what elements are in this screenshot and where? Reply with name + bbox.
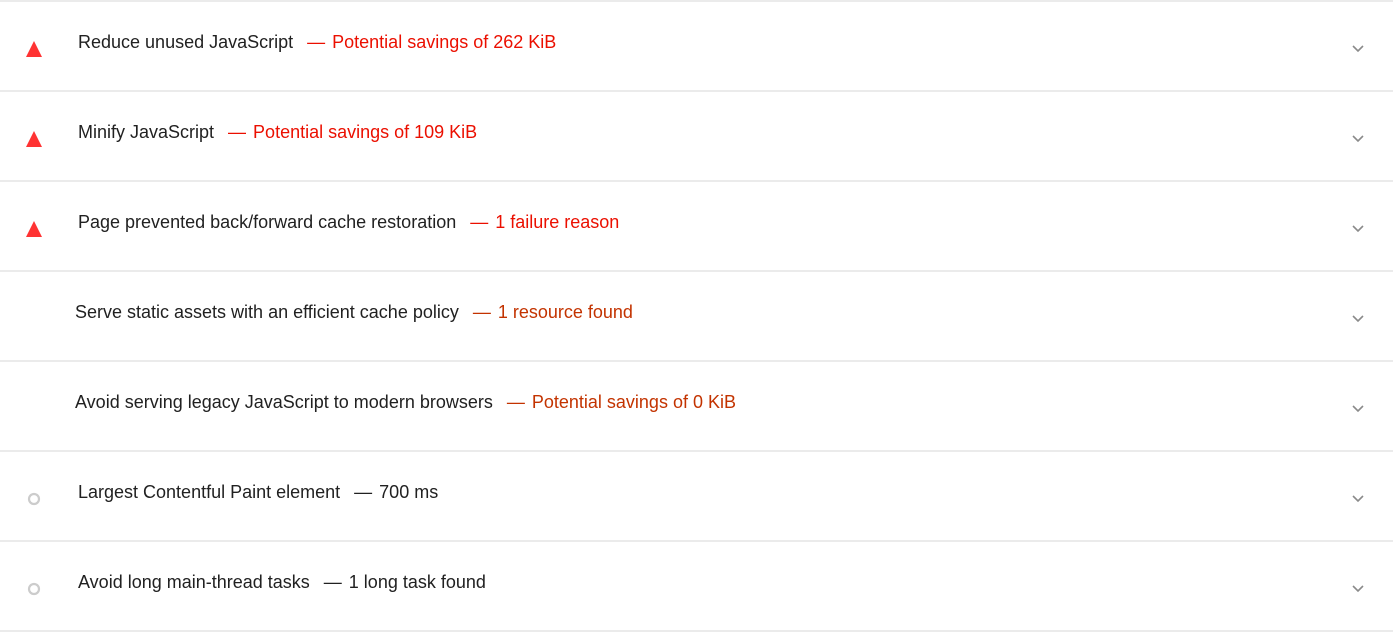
chevron-down-icon[interactable] — [1350, 132, 1366, 144]
audit-title: Largest Contentful Paint element — [78, 482, 341, 502]
audit-display-value: — 1 resource found — [473, 301, 633, 323]
triangle-warning-icon — [26, 221, 42, 237]
display-value-text: Potential savings of 262 KiB — [332, 32, 557, 52]
audit-title: Page prevented back/forward cache restor… — [78, 212, 457, 232]
audit-display-value: — Potential savings of 262 KiB — [307, 31, 556, 53]
chevron-down-icon[interactable] — [1350, 492, 1366, 504]
separator-dash: — — [307, 32, 326, 52]
audit-display-value: — Potential savings of 0 KiB — [507, 391, 736, 413]
audit-display-value: — 1 long task found — [324, 571, 486, 593]
audit-display-value: — Potential savings of 109 KiB — [228, 121, 477, 143]
audit-display-value: — 700 ms — [354, 481, 438, 503]
audit-display-value: — 1 failure reason — [470, 211, 619, 233]
audit-text: Avoid serving legacy JavaScript to moder… — [75, 358, 736, 446]
audit-row-cache-policy[interactable]: Serve static assets with an efficient ca… — [0, 272, 1393, 362]
audit-text: Reduce unused JavaScript — Potential savi… — [78, 0, 556, 86]
circle-info-icon — [26, 581, 42, 597]
audit-text: Serve static assets with an efficient ca… — [75, 268, 633, 356]
audit-text: Minify JavaScript — Potential savings of … — [78, 88, 477, 176]
chevron-down-icon[interactable] — [1350, 222, 1366, 234]
audit-title: Serve static assets with an efficient ca… — [75, 302, 459, 322]
chevron-down-icon[interactable] — [1350, 582, 1366, 594]
audit-row-long-tasks[interactable]: Avoid long main-thread tasks — 1 long tas… — [0, 542, 1393, 632]
separator-dash: — — [472, 302, 491, 322]
audit-title: Minify JavaScript — [78, 122, 215, 142]
audit-text: Avoid long main-thread tasks — 1 long tas… — [78, 538, 486, 626]
audit-row-lcp-element[interactable]: Largest Contentful Paint element — 700 ms — [0, 452, 1393, 542]
separator-dash: — — [323, 572, 342, 592]
triangle-warning-icon — [26, 41, 42, 57]
display-value-text: Potential savings of 0 KiB — [531, 392, 736, 412]
display-value-text: 1 long task found — [348, 572, 486, 592]
display-value-text: 1 resource found — [497, 302, 633, 322]
audit-row-bfcache[interactable]: Page prevented back/forward cache restor… — [0, 182, 1393, 272]
audit-title: Avoid long main-thread tasks — [78, 572, 310, 592]
audit-title: Avoid serving legacy JavaScript to moder… — [75, 392, 493, 412]
display-value-text: 700 ms — [379, 482, 439, 502]
triangle-warning-icon — [26, 131, 42, 147]
audit-text: Page prevented back/forward cache restor… — [78, 178, 619, 266]
audit-text: Largest Contentful Paint element — 700 ms — [78, 448, 438, 536]
audit-row-legacy-javascript[interactable]: Avoid serving legacy JavaScript to moder… — [0, 362, 1393, 452]
audit-row-minify-javascript[interactable]: Minify JavaScript — Potential savings of … — [0, 92, 1393, 182]
display-value-text: 1 failure reason — [495, 212, 620, 232]
audit-list: Reduce unused JavaScript — Potential savi… — [0, 0, 1393, 632]
chevron-down-icon[interactable] — [1350, 312, 1366, 324]
audit-title: Reduce unused JavaScript — [78, 32, 294, 52]
separator-dash: — — [354, 482, 373, 502]
separator-dash: — — [506, 392, 525, 412]
separator-dash: — — [470, 212, 489, 232]
audit-row-unused-javascript[interactable]: Reduce unused JavaScript — Potential savi… — [0, 2, 1393, 92]
separator-dash: — — [228, 122, 247, 142]
chevron-down-icon[interactable] — [1350, 402, 1366, 414]
display-value-text: Potential savings of 109 KiB — [253, 122, 478, 142]
circle-info-icon — [26, 491, 42, 507]
chevron-down-icon[interactable] — [1350, 42, 1366, 54]
